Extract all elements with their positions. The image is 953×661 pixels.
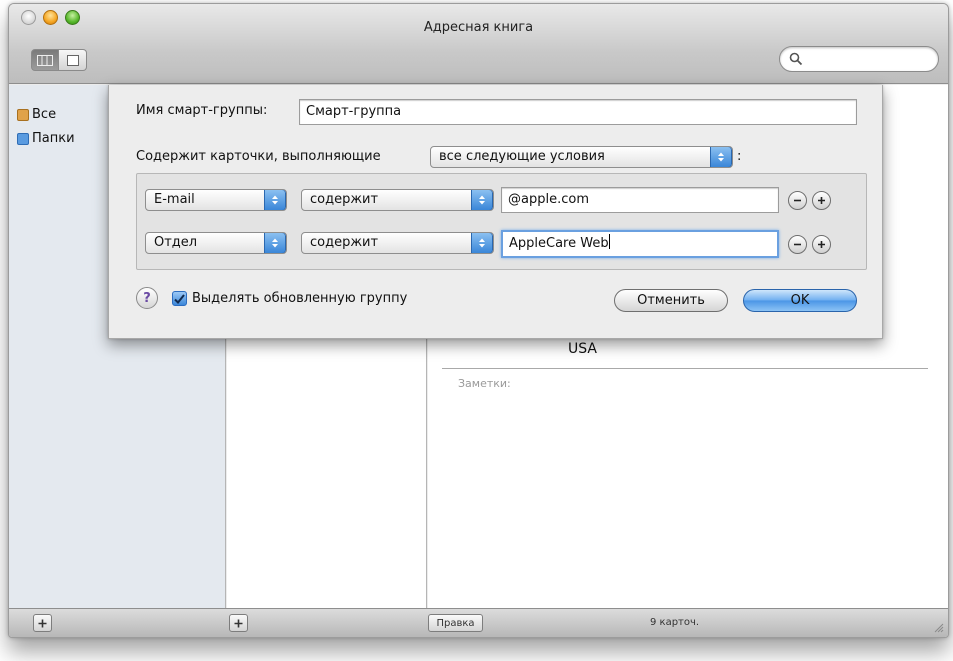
group-item-label: Все [32, 107, 57, 122]
address-book-icon [17, 108, 29, 121]
ok-button[interactable]: OK [743, 289, 857, 312]
window-title: Адресная книга [423, 20, 534, 35]
group-item-label: Папки [32, 131, 75, 146]
popup-arrows-icon [471, 190, 493, 210]
rule-operator-popup[interactable]: содержит [301, 189, 494, 211]
rule-operator-value: содержит [310, 192, 379, 207]
card-view-button[interactable] [59, 49, 87, 71]
match-suffix: : [737, 149, 742, 164]
resize-grip-icon[interactable] [933, 622, 944, 633]
rule-field-popup[interactable]: E-mail [145, 189, 287, 211]
rule-field-value: E-mail [154, 192, 195, 207]
add-rule-button[interactable] [812, 235, 831, 254]
rule-value-field-focused[interactable]: AppleCare Web [501, 230, 779, 258]
group-item-all[interactable]: Все [17, 107, 56, 122]
search-icon [789, 52, 803, 66]
add-group-button[interactable] [33, 614, 52, 632]
column-view-icon [37, 54, 53, 66]
plus-icon [38, 619, 47, 627]
popup-arrows-icon [710, 147, 732, 167]
column-view-button[interactable] [31, 49, 59, 71]
minus-icon [794, 243, 801, 246]
popup-arrows-icon [264, 190, 286, 210]
text-caret [608, 234, 610, 249]
search-field[interactable] [779, 46, 939, 72]
rule-value-text: AppleCare Web [509, 236, 609, 251]
remove-rule-button[interactable] [788, 235, 807, 254]
cancel-button[interactable]: Отменить [614, 289, 728, 312]
contains-cards-label: Содержит карточки, выполняющие [136, 149, 381, 164]
card-divider [442, 368, 928, 369]
rule-operator-popup[interactable]: содержит [301, 232, 494, 254]
smart-group-sheet: Имя смарт-группы: Смарт-группа Содержит … [108, 85, 883, 339]
highlight-group-label: Выделять обновленную группу [192, 291, 408, 306]
plus-icon [818, 197, 825, 204]
group-name-label: Имя смарт-группы: [136, 103, 268, 118]
add-card-button[interactable] [229, 614, 248, 632]
card-count-status: 9 карточ. [650, 617, 700, 628]
match-condition-value: все следующие условия [439, 149, 605, 164]
rule-operator-value: содержит [310, 235, 379, 250]
card-view-icon [66, 54, 79, 66]
title-bar: Адресная книга [9, 4, 948, 84]
help-button[interactable]: ? [136, 287, 158, 309]
highlight-group-checkbox[interactable] [172, 291, 187, 306]
edit-button[interactable]: Правка [428, 614, 483, 632]
popup-arrows-icon [264, 233, 286, 253]
bottom-toolbar: Правка 9 карточ. [9, 608, 948, 637]
checkmark-icon [174, 293, 185, 304]
address-book-window: Адресная книга Все Папки USA Заметки: Пр… [8, 3, 949, 638]
group-name-field[interactable]: Смарт-группа [299, 99, 857, 125]
remove-rule-button[interactable] [788, 191, 807, 210]
rule-field-popup[interactable]: Отдел [145, 232, 287, 254]
rules-list: E-mail содержит @apple.com Отдел содержи… [136, 173, 867, 270]
group-item-folders[interactable]: Папки [17, 131, 75, 146]
minus-icon [794, 199, 801, 202]
plus-icon [234, 619, 243, 627]
view-switcher [31, 49, 87, 71]
card-country: USA [568, 341, 597, 357]
add-rule-button[interactable] [812, 191, 831, 210]
rule-field-value: Отдел [154, 235, 198, 250]
match-condition-popup[interactable]: все следующие условия [430, 146, 733, 168]
folder-icon [17, 132, 29, 145]
plus-icon [818, 241, 825, 248]
card-notes-label: Заметки: [458, 377, 511, 390]
rule-value-field[interactable]: @apple.com [501, 187, 779, 213]
popup-arrows-icon [471, 233, 493, 253]
